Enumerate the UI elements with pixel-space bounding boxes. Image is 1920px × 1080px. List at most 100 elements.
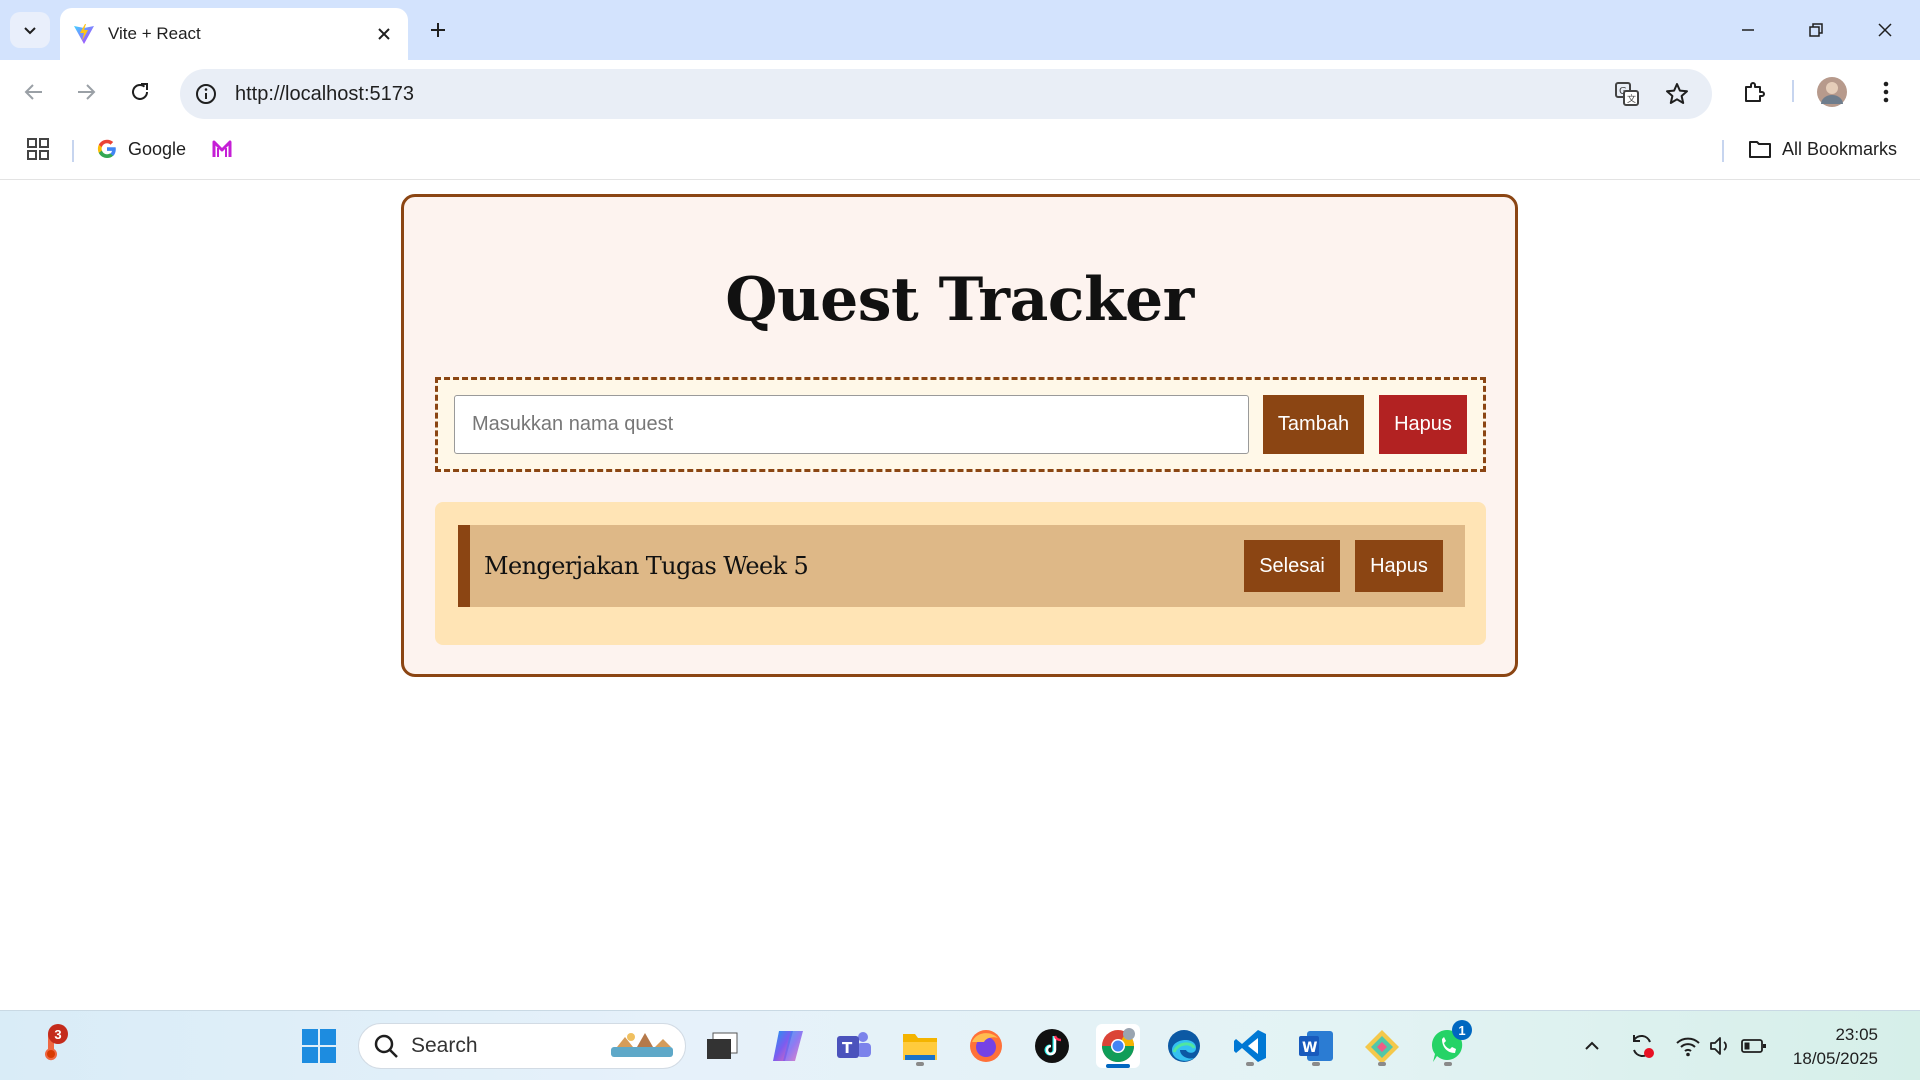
apps-button[interactable] <box>26 134 50 164</box>
running-indicator <box>1312 1062 1320 1066</box>
running-indicator <box>1378 1062 1386 1066</box>
close-tab-icon[interactable] <box>372 22 396 46</box>
arrow-left-icon <box>24 84 42 100</box>
tab-strip: Vite + React <box>0 0 1920 60</box>
file-explorer-icon <box>903 1034 937 1060</box>
back-button[interactable] <box>16 74 52 110</box>
delete-quest-button[interactable]: Hapus <box>1355 540 1443 592</box>
address-bar[interactable]: http://localhost:5173 G文 <box>180 69 1712 119</box>
bookmark-star-icon[interactable] <box>1663 80 1691 108</box>
sync-status[interactable] <box>1620 1024 1664 1068</box>
quest-tracker-card: Quest Tracker Tambah Hapus Mengerjakan T… <box>401 194 1518 677</box>
chevron-down-icon <box>24 27 36 35</box>
page-title: Quest Tracker <box>725 265 1194 335</box>
profile-avatar[interactable] <box>1814 74 1850 110</box>
folder-icon <box>1749 141 1771 158</box>
copilot-icon <box>773 1031 803 1061</box>
taskbar-search[interactable]: Search <box>358 1023 686 1069</box>
taskbar-task-view[interactable] <box>700 1024 744 1068</box>
teams-icon: T <box>837 1032 871 1058</box>
taskbar-teams[interactable]: T <box>832 1024 876 1068</box>
taskbar-vscode[interactable] <box>1228 1024 1272 1068</box>
word-icon: W <box>1299 1031 1333 1061</box>
firefox-icon <box>970 1030 1002 1062</box>
tab-title: Vite + React <box>108 24 201 43</box>
quest-form: Tambah Hapus <box>435 377 1486 472</box>
taskbar-git[interactable] <box>1360 1024 1404 1068</box>
system-clock[interactable]: 23:05 18/05/2025 <box>1793 1023 1878 1071</box>
taskbar-firefox[interactable] <box>964 1024 1008 1068</box>
quest-item-name: Mengerjakan Tugas Week 5 <box>484 552 809 580</box>
vscode-icon <box>1234 1030 1266 1062</box>
tiktok-icon <box>1035 1029 1069 1063</box>
wifi-icon <box>1676 1037 1700 1057</box>
browser-toolbar: http://localhost:5173 G文 <box>0 60 1920 120</box>
bookmark-m[interactable] <box>211 134 233 164</box>
arrow-right-icon <box>78 84 96 100</box>
windows-taskbar: 3 Search T W 1 23:05 18/05/2025 <box>0 1010 1920 1080</box>
battery-icon <box>1741 1039 1766 1053</box>
weather-badge: 3 <box>48 1024 68 1044</box>
taskbar-tiktok[interactable] <box>1030 1024 1074 1068</box>
quick-settings[interactable] <box>1666 1024 1776 1068</box>
svg-text:文: 文 <box>1627 93 1636 105</box>
clock-time: 23:05 <box>1835 1025 1878 1044</box>
more-vertical-icon <box>1883 81 1889 103</box>
tab-search-button[interactable] <box>10 12 50 48</box>
taskbar-copilot[interactable] <box>766 1024 810 1068</box>
plus-icon <box>431 23 445 37</box>
start-button[interactable] <box>297 1024 341 1068</box>
list-item: Mengerjakan Tugas Week 5 Selesai Hapus <box>458 525 1465 607</box>
clear-quests-button[interactable]: Hapus <box>1379 395 1467 454</box>
task-view-icon <box>707 1032 738 1059</box>
search-icon <box>374 1034 398 1058</box>
minimize-icon <box>1742 29 1754 31</box>
quest-list: Mengerjakan Tugas Week 5 Selesai Hapus <box>435 502 1486 645</box>
sync-icon <box>1633 1035 1654 1058</box>
weather-widget[interactable]: 3 <box>28 1024 72 1068</box>
taskbar-whatsapp[interactable]: 1 <box>1426 1020 1472 1068</box>
bookmark-divider-right <box>1722 140 1724 162</box>
complete-quest-button[interactable]: Selesai <box>1244 540 1340 592</box>
extensions-button[interactable] <box>1736 74 1772 110</box>
forward-button[interactable] <box>68 74 104 110</box>
translate-icon[interactable]: G文 <box>1613 80 1641 108</box>
reload-icon <box>132 83 148 100</box>
add-quest-button[interactable]: Tambah <box>1263 395 1364 454</box>
menu-button[interactable] <box>1868 74 1904 110</box>
taskbar-chrome[interactable] <box>1096 1024 1140 1068</box>
site-info-icon[interactable] <box>192 80 220 108</box>
minimize-button[interactable] <box>1720 10 1776 50</box>
bookmark-divider <box>72 140 74 162</box>
google-icon <box>97 139 116 158</box>
active-tab[interactable]: Vite + React <box>60 8 408 60</box>
start-icon <box>302 1029 336 1063</box>
close-icon <box>1878 23 1892 37</box>
new-tab-button[interactable] <box>422 14 454 46</box>
m-logo-icon <box>212 140 232 157</box>
vite-logo-icon <box>74 24 94 44</box>
apps-grid-icon <box>27 138 49 160</box>
close-window-button[interactable] <box>1857 10 1913 50</box>
search-highlight-icon <box>611 1033 673 1057</box>
running-indicator <box>1246 1062 1254 1066</box>
bookmark-google[interactable]: Google <box>97 134 186 164</box>
restore-button[interactable] <box>1788 10 1844 50</box>
taskbar-edge[interactable] <box>1162 1024 1206 1068</box>
show-hidden-icons-button[interactable] <box>1570 1024 1614 1068</box>
svg-text:T: T <box>842 1039 853 1057</box>
quest-name-input[interactable] <box>454 395 1249 454</box>
taskbar-file-explorer[interactable] <box>898 1024 942 1068</box>
avatar-icon <box>1817 77 1847 107</box>
clock-date: 18/05/2025 <box>1792 1049 1878 1068</box>
chrome-icon <box>1102 1028 1135 1063</box>
all-bookmarks-button[interactable]: All Bookmarks <box>1748 134 1897 164</box>
puzzle-icon <box>1745 82 1765 102</box>
git-icon <box>1365 1030 1399 1064</box>
all-bookmarks-label: All Bookmarks <box>1782 138 1898 159</box>
edge-icon <box>1168 1030 1200 1062</box>
reload-button[interactable] <box>122 74 158 110</box>
bookmarks-bar: Google All Bookmarks <box>0 120 1920 180</box>
active-indicator <box>1106 1064 1130 1068</box>
taskbar-word[interactable]: W <box>1294 1024 1338 1068</box>
